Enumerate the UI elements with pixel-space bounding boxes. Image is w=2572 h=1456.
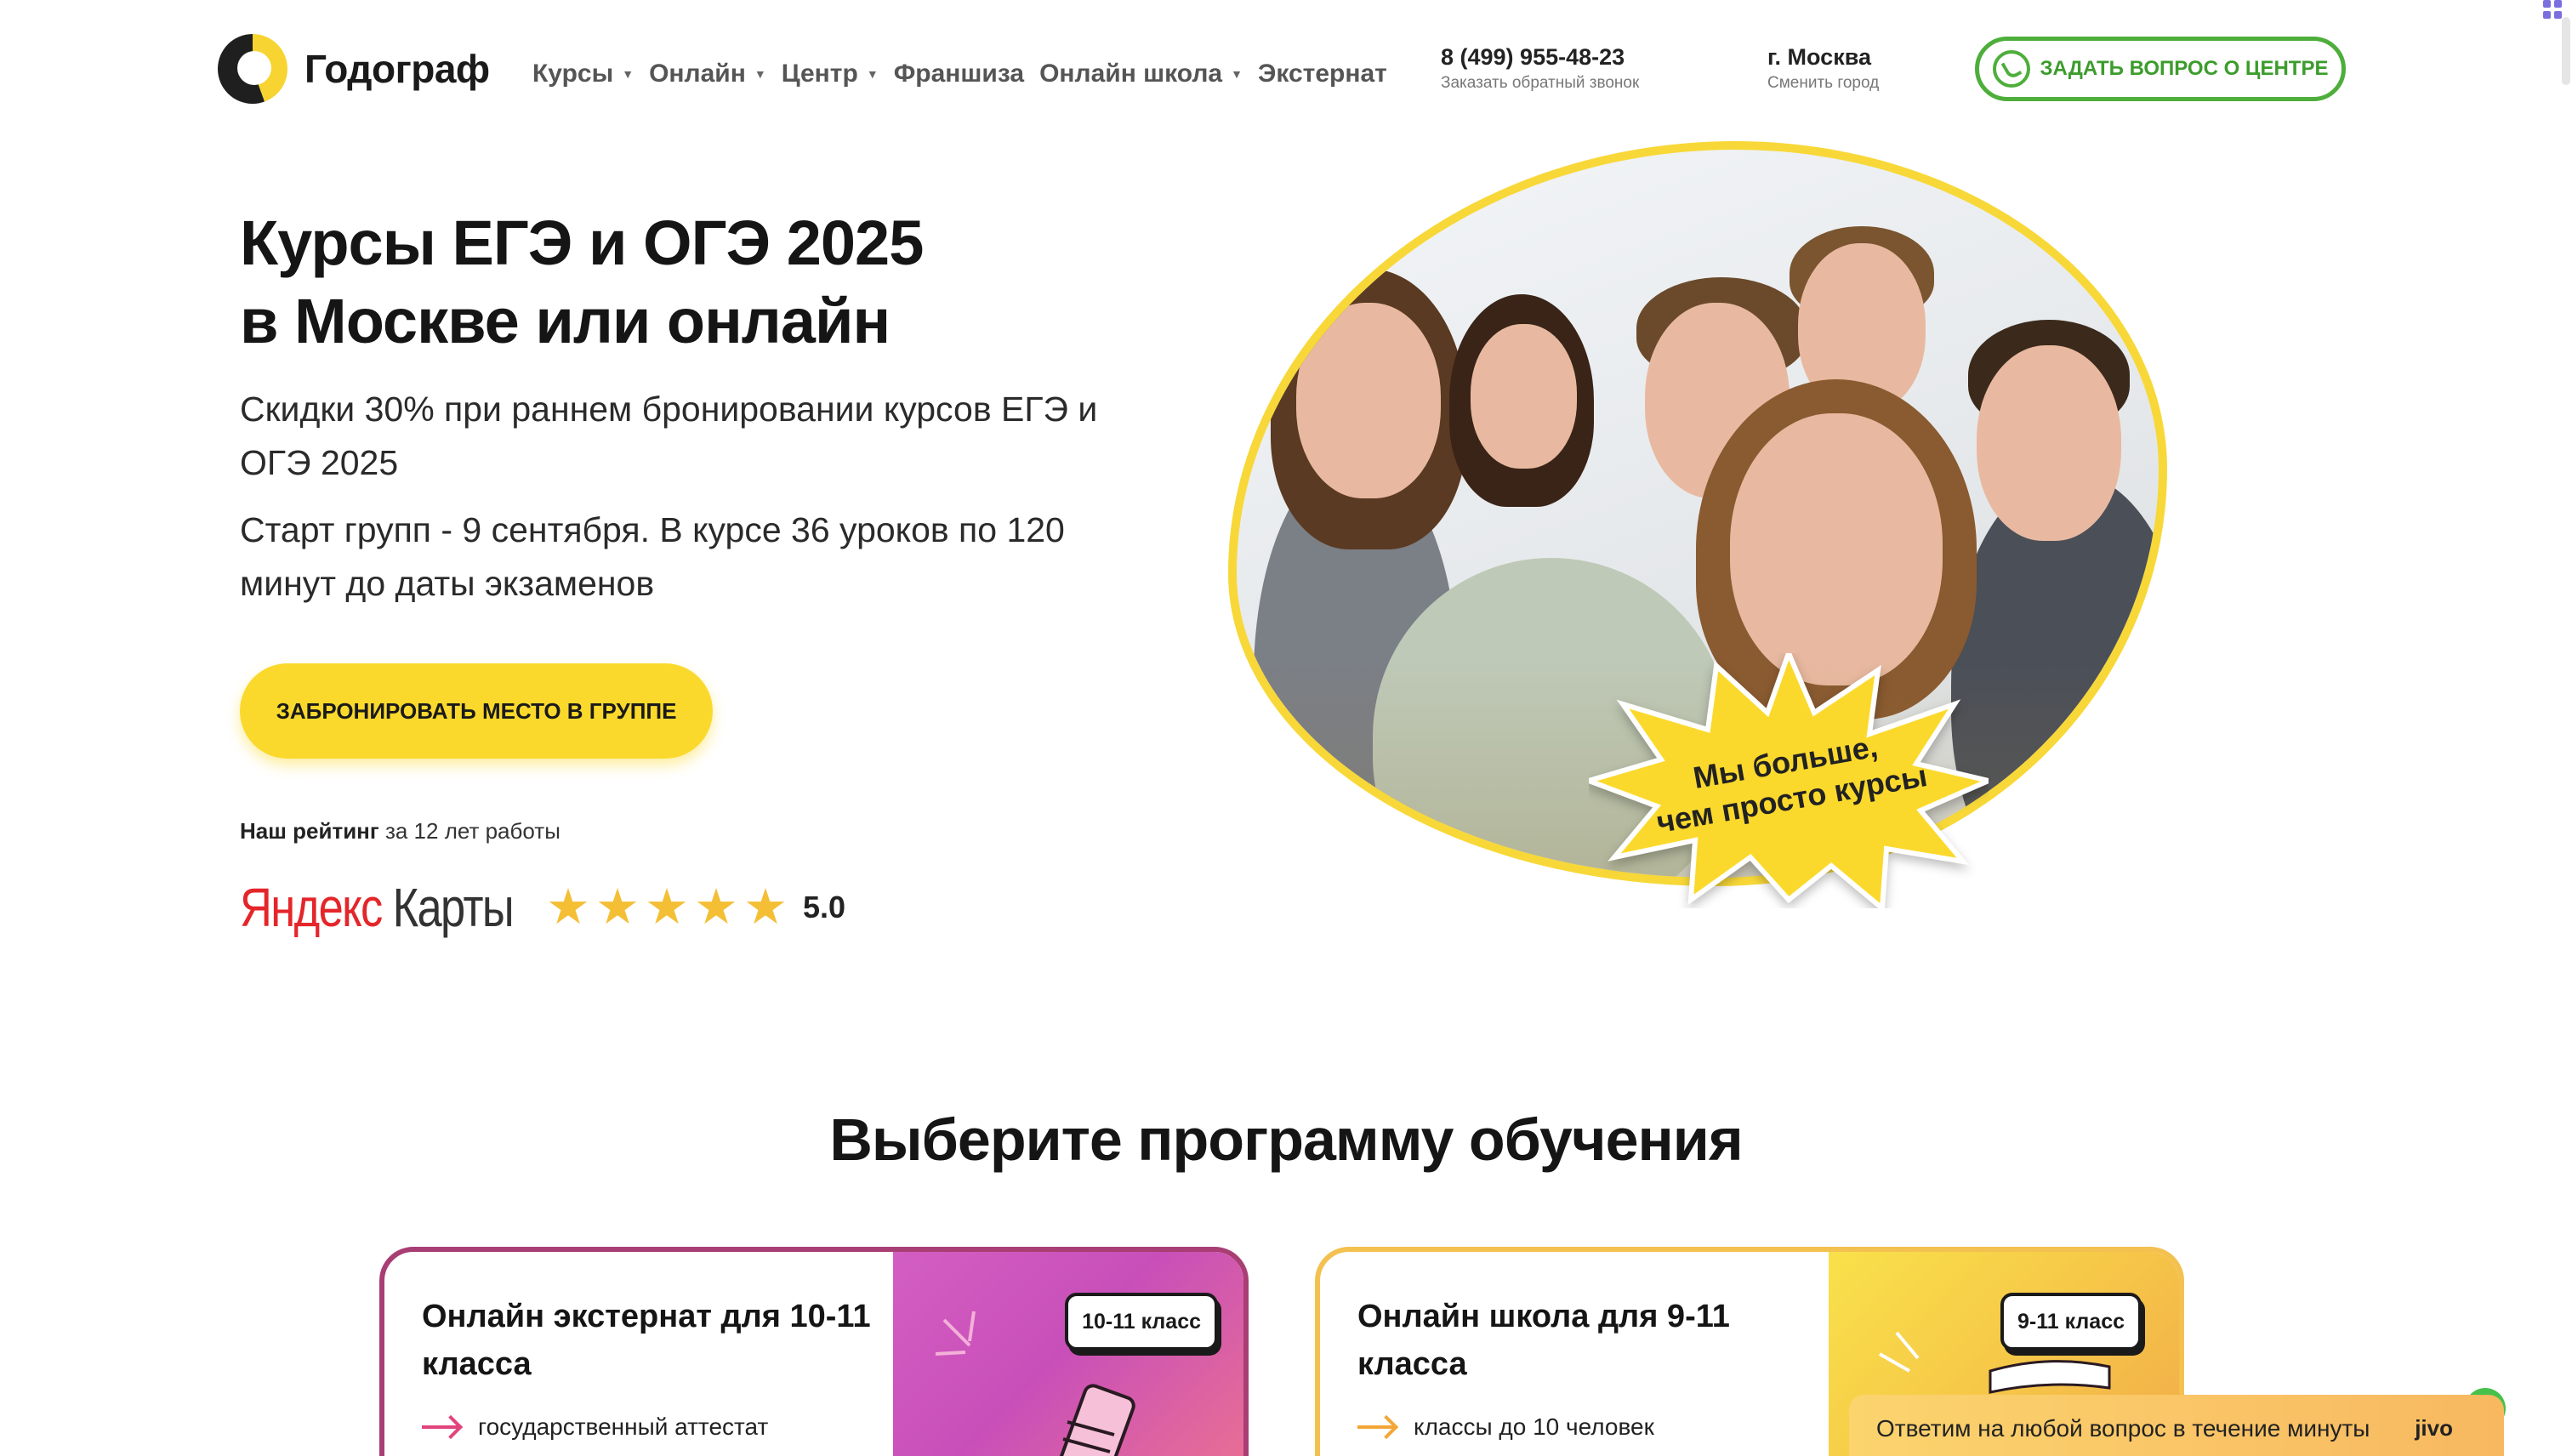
star-icon: ★: [645, 879, 689, 935]
yandex-maps-rating[interactable]: Яндекс Карты ★ ★ ★ ★ ★ 5.0: [240, 876, 845, 939]
logo-icon: [218, 34, 287, 104]
main-nav: Курсы ▼ Онлайн ▼ Центр ▼ Франшиза Онлайн шк…: [532, 60, 1403, 88]
card-title: Онлайн школа для 9-11 класса: [1357, 1299, 1730, 1382]
grade-badge: 9-11 класс: [2000, 1293, 2142, 1351]
caret-down-icon: ▼: [622, 67, 634, 81]
grade-badge: 10-11 класс: [1065, 1293, 1218, 1351]
star-icon: ★: [595, 879, 640, 935]
nav-item-externat[interactable]: Экстернат: [1258, 60, 1387, 88]
person-shape: [1977, 345, 2121, 541]
nav-label: Онлайн школа: [1039, 60, 1223, 88]
pencil-illustration: [935, 1311, 1135, 1456]
chat-widget[interactable]: Ответим на любой вопрос в течение минуты…: [1849, 1395, 2504, 1456]
scrollbar[interactable]: [2562, 17, 2570, 85]
arrow-right-icon: [422, 1425, 459, 1429]
grid-menu-icon[interactable]: [2543, 0, 2562, 19]
change-city-link[interactable]: Сменить город: [1767, 74, 1879, 93]
nav-item-online-school[interactable]: Онлайн школа ▼: [1039, 60, 1243, 88]
book-place-button[interactable]: ЗАБРОНИРОВАТЬ МЕСТО В ГРУППЕ: [240, 663, 713, 759]
callback-link[interactable]: Заказать обратный звонок: [1441, 74, 1639, 93]
phone-block: 8 (499) 955-48-23 Заказать обратный звон…: [1441, 44, 1639, 93]
ask-question-button[interactable]: ЗАДАТЬ ВОПРОС О ЦЕНТРЕ: [1975, 37, 2346, 101]
hero-start-info: Старт групп - 9 сентября. В курсе 36 уро…: [240, 510, 1065, 603]
hero-subtitle: Скидки 30% при раннем бронировании курсо…: [240, 390, 1098, 482]
chat-text: Ответим на любой вопрос в течение минуты: [1876, 1415, 2370, 1442]
nav-item-center[interactable]: Центр ▼: [782, 60, 879, 88]
person-shape: [1471, 324, 1577, 469]
nav-label: Экстернат: [1257, 60, 1387, 88]
nav-item-online[interactable]: Онлайн ▼: [649, 60, 766, 88]
programs-title: Выберите программу обучения: [829, 1106, 1743, 1173]
card-image: [893, 1252, 1243, 1456]
card-title: Онлайн экстернат для 10-11 класса: [422, 1299, 871, 1382]
nav-item-franchise[interactable]: Франшиза: [894, 60, 1024, 88]
person-shape: [1296, 303, 1441, 498]
phone-number[interactable]: 8 (499) 955-48-23: [1441, 44, 1639, 71]
yandex-maps-logo: Яндекс Карты: [240, 876, 515, 939]
caret-down-icon: ▼: [1231, 67, 1243, 81]
nav-label: Онлайн: [649, 60, 746, 88]
card-feature: классы до 10 человек: [1357, 1413, 1654, 1441]
card-feature-text: государственный аттестат: [478, 1413, 769, 1440]
hero-title: Курсы ЕГЭ и ОГЭ 2025 в Москве или онлайн: [240, 204, 924, 361]
star-icon: ★: [546, 879, 590, 935]
rating-stars: ★ ★ ★ ★ ★: [546, 883, 793, 932]
hero-title-line1: Курсы ЕГЭ и ОГЭ 2025: [240, 208, 924, 278]
logo-text: Годограф: [304, 47, 490, 91]
rating-score: 5.0: [803, 890, 846, 924]
program-card-externat[interactable]: 10-11 класс Онлайн экстернат для 10-11 к…: [379, 1247, 1249, 1456]
yandex-logo-part: Яндекс: [240, 877, 383, 938]
logo[interactable]: Годограф: [218, 34, 490, 104]
caret-down-icon: ▼: [754, 67, 766, 81]
card-feature: государственный аттестат: [422, 1413, 768, 1441]
nav-label: Центр: [781, 60, 858, 88]
arrow-right-icon: [1357, 1425, 1395, 1429]
site-header: Годограф Курсы ▼ Онлайн ▼ Центр ▼ Франшиза …: [0, 0, 2572, 140]
nav-item-courses[interactable]: Курсы ▼: [532, 60, 634, 88]
jivo-logo: jivo: [2415, 1415, 2453, 1441]
star-icon: ★: [743, 879, 788, 935]
city-name[interactable]: г. Москва: [1767, 44, 1879, 71]
promo-burst: Мы больше, чем просто курсы: [1580, 646, 1997, 914]
maps-logo-part: Карты: [381, 877, 515, 938]
rating-label-bold: Наш рейтинг: [240, 818, 379, 844]
star-icon: ★: [694, 879, 738, 935]
ask-question-label: ЗАДАТЬ ВОПРОС О ЦЕНТРЕ: [2040, 57, 2329, 80]
hero-title-line2: в Москве или онлайн: [240, 286, 891, 356]
nav-label: Франшиза: [893, 60, 1025, 88]
rating-label: Наш рейтинг за 12 лет работы: [240, 818, 560, 845]
rating-label-rest: за 12 лет работы: [378, 818, 560, 844]
card-feature-text: классы до 10 человек: [1414, 1413, 1654, 1440]
nav-label: Курсы: [532, 60, 614, 88]
whatsapp-icon: [1992, 50, 2030, 88]
caret-down-icon: ▼: [866, 67, 879, 81]
city-block: г. Москва Сменить город: [1767, 44, 1879, 93]
